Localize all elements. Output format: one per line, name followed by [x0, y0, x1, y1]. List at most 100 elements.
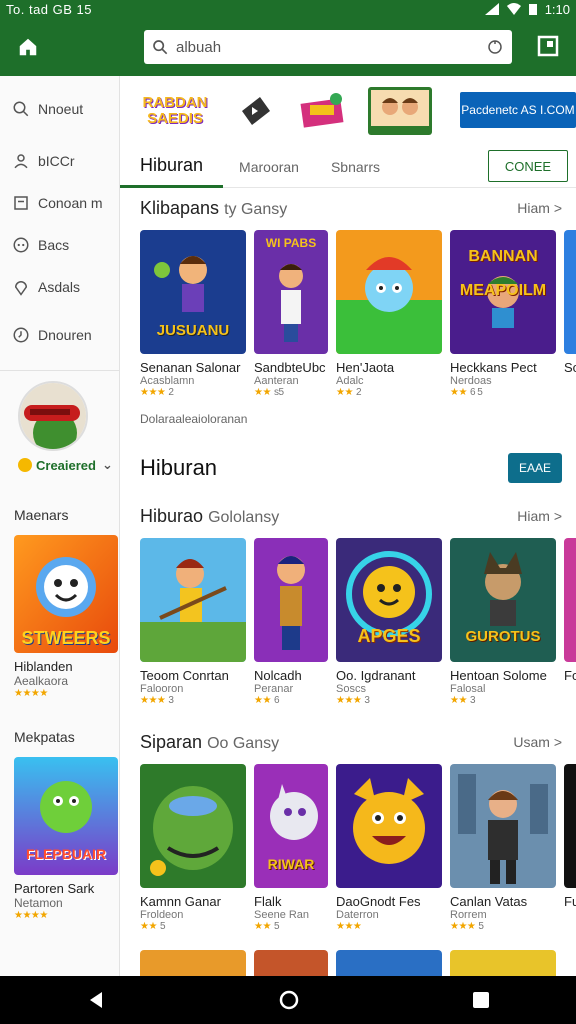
app-card[interactable] — [254, 950, 328, 976]
app-art-text: STWEERS — [21, 628, 111, 648]
tab-hiburan[interactable]: Hiburan — [120, 146, 224, 188]
app-card[interactable]: Teoom Conrtan Falooron ★★★ 3 — [140, 538, 246, 706]
app-developer: Peranar — [254, 683, 294, 695]
app-name: Heckkans Pect — [450, 360, 537, 375]
back-icon[interactable] — [86, 990, 106, 1010]
app-rating: ★★★★ — [14, 910, 118, 921]
app-name: Hentoan Solome — [450, 668, 547, 683]
app-card[interactable]: Nolcadh Peranar ★★ 6 — [254, 538, 328, 706]
home-button[interactable] — [0, 18, 56, 76]
app-name: Kamnn Ganar — [140, 894, 221, 909]
app-card[interactable] — [336, 950, 442, 976]
app-art — [336, 950, 442, 976]
home-circle-icon[interactable] — [278, 989, 300, 1011]
sidebar-item-4[interactable]: Asdals — [0, 266, 119, 308]
rating-stars: ★★★ — [336, 921, 362, 932]
app-rating: ★★★ 3 — [140, 695, 246, 706]
section-title-text: Hiburao — [140, 505, 204, 526]
search-icon — [153, 40, 168, 55]
brand-strip: RABDAN SAEDIS Pacdenetc AS I.COM — [120, 76, 576, 146]
app-art — [450, 950, 556, 976]
app-developer: Soscs — [336, 683, 366, 695]
app-card[interactable]: JUSUANU Senanan Salonar Acasblamn ★★★ 2 — [140, 230, 246, 398]
rating-stars: ★★★ — [336, 695, 362, 706]
sidebar-item-1[interactable]: bICCr — [0, 140, 119, 182]
app-rating: ★★★ 2 — [140, 387, 246, 398]
section-subtitle: ty Gansy — [224, 200, 288, 218]
app-name: So — [564, 360, 576, 375]
pin-icon — [10, 276, 32, 298]
sidebar-item-0[interactable]: Nnoeut — [0, 88, 119, 130]
rating-stars: ★★★ — [140, 387, 166, 398]
signal-icon — [484, 3, 499, 15]
sidebar-item-label: bICCr — [38, 153, 75, 169]
app-card[interactable]: WI PABS SandbteUbc Aanteran ★★ s5 — [254, 230, 328, 398]
see-more-link[interactable]: Usam > — [513, 734, 562, 750]
app-card[interactable]: GUROTUS Hentoan Solome Falosal ★★ 3 — [450, 538, 556, 706]
app-rating: ★★ 6 5 — [450, 387, 556, 398]
section-caption: Dolaraaleaioloranan — [140, 412, 248, 426]
app-card[interactable]: BANNAN MEAPOILM Heckkans Pect Nerdoas ★★… — [450, 230, 556, 398]
app-art — [254, 950, 328, 976]
rating-count: 5 — [478, 921, 484, 932]
section-subtitle: Oo Gansy — [207, 734, 280, 752]
created-filter[interactable]: Creaiered ⌄ — [0, 457, 119, 473]
tab-marooran[interactable]: Marooran — [223, 146, 315, 188]
sidebar-item-3[interactable]: Bacs — [0, 224, 119, 266]
sidebar-app-card[interactable]: FLEPBUAIR Partoren Sark Netamon ★★★★ — [14, 757, 118, 921]
rating-count: 2 — [168, 387, 174, 398]
hero-button[interactable]: EAAE — [508, 453, 562, 483]
rating-stars: ★★ — [254, 387, 271, 398]
sidebar-app-card[interactable]: STWEERS Hiblanden Aealkaora ★★★★ — [14, 535, 118, 699]
rating-count: 6 — [273, 695, 280, 706]
see-more-link[interactable]: Hiam > — [517, 508, 562, 524]
section-title: Klibapans ty Gansy — [140, 198, 287, 219]
app-art-text: WI PABS — [265, 236, 317, 250]
rating-stars: ★★★ — [450, 921, 476, 932]
brand-logo-1[interactable]: RABDAN SAEDIS — [136, 89, 214, 133]
brand-logo-3[interactable] — [298, 89, 346, 133]
app-art: BANNAN MEAPOILM — [450, 230, 556, 354]
app-rating: ★★ s5 — [254, 387, 328, 398]
brand-logo-4[interactable] — [368, 87, 432, 135]
app-card[interactable] — [140, 950, 246, 976]
app-card[interactable]: Hen'Jaota Adalc ★★ 2 — [336, 230, 442, 398]
app-art-text: APGES — [357, 626, 421, 646]
scan-button[interactable] — [536, 34, 562, 60]
sidebar-item-5[interactable]: Dnouren — [0, 314, 119, 356]
app-card[interactable]: Canlan Vatas Rorrem ★★★ 5 — [450, 764, 556, 932]
rating-stars: ★★★★ — [14, 688, 48, 699]
app-card[interactable]: Kamnn Ganar Froldeon ★★ 5 — [140, 764, 246, 932]
rating-stars: ★★★★ — [14, 910, 48, 921]
app-developer: Falosal — [450, 683, 486, 695]
promo-thumbnail[interactable] — [18, 381, 88, 451]
app-card[interactable]: So — [564, 230, 576, 398]
app-card[interactable]: Fu — [564, 764, 576, 932]
recents-icon[interactable] — [472, 991, 490, 1009]
app-card[interactable] — [450, 950, 556, 976]
brand-logo-2[interactable] — [236, 89, 276, 133]
sidebar-section-title: Maenars — [14, 507, 69, 523]
app-card[interactable]: RIWAR Flalk Seene Ran ★★ 5 — [254, 764, 328, 932]
app-card[interactable]: DaoGnodt Fes Daterron ★★★ — [336, 764, 442, 932]
app-name: Senanan Salonar — [140, 360, 241, 375]
app-name: Hen'Jaota — [336, 360, 395, 375]
app-rating: ★★★ 5 — [450, 921, 556, 932]
app-card[interactable]: APGES Oo. Igdranant Soscs ★★★ 3 — [336, 538, 442, 706]
app-card[interactable]: Fo — [564, 538, 576, 706]
status-time: 1:10 — [544, 1, 570, 17]
app-rating: ★★ 5 — [254, 921, 328, 932]
tab-sbnarrs[interactable]: Sbnarrs — [315, 146, 396, 188]
app-art — [336, 230, 442, 354]
sidebar-item-2[interactable]: Conoan m — [0, 182, 119, 224]
section-title: Siparan Oo Gansy — [140, 732, 279, 753]
rating-stars: ★★ — [254, 695, 271, 706]
app-developer: Rorrem — [450, 909, 487, 921]
search-input[interactable]: albuah — [144, 30, 512, 64]
brand-cta-button[interactable]: Pacdenetc AS I.COM — [460, 92, 576, 128]
mic-icon[interactable] — [486, 38, 504, 56]
app-rating: ★★★ 3 — [336, 695, 442, 706]
sidebar-divider — [0, 370, 119, 371]
see-more-link[interactable]: Hiam > — [517, 200, 562, 216]
connect-button[interactable]: CONEE — [488, 150, 568, 182]
